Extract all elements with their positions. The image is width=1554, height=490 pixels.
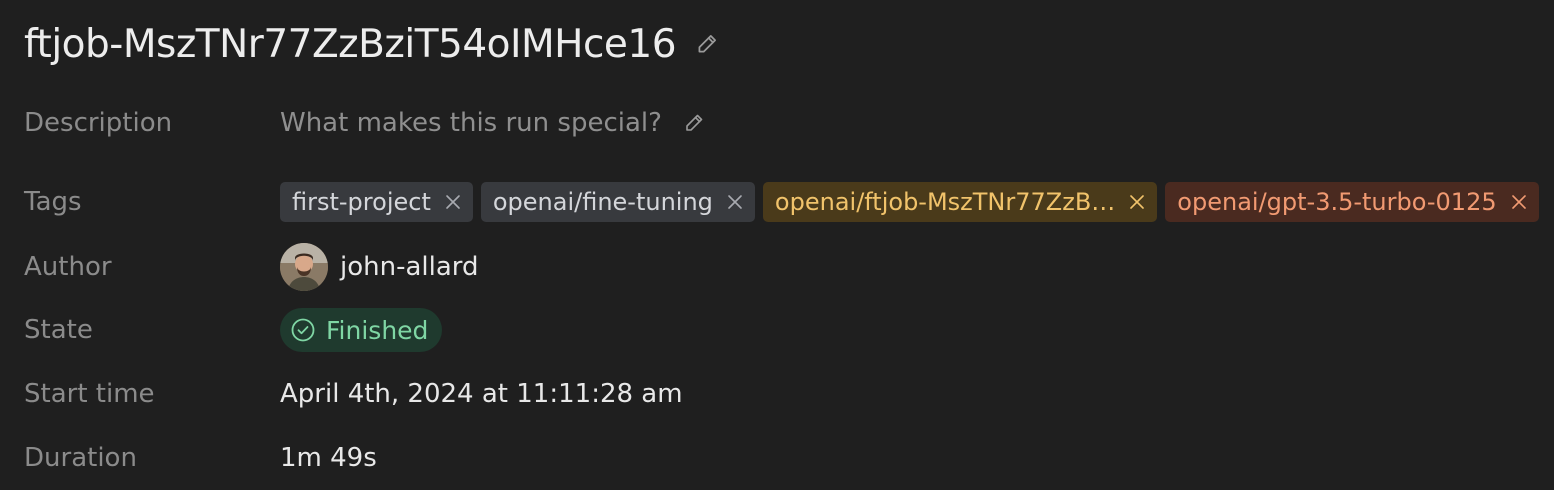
check-circle-icon (290, 317, 316, 343)
status-badge: Finished (280, 308, 443, 352)
status-text: Finished (326, 315, 429, 345)
tag-text: openai/fine-tuning (492, 188, 713, 216)
close-icon[interactable] (1509, 192, 1529, 212)
duration-row: Duration 1m 49s (24, 436, 377, 480)
description-row: Description What makes this run special? (24, 100, 706, 146)
tags-label: Tags (24, 187, 82, 217)
description-field[interactable]: What makes this run special? (280, 108, 706, 138)
duration-value: 1m 49s (280, 443, 377, 473)
start-time-value: April 4th, 2024 at 11:11:28 am (280, 379, 683, 409)
title-row: ftjob-MszTNr77ZzBziT54oIMHce16 (24, 16, 720, 72)
author-label: Author (24, 252, 112, 282)
pencil-icon[interactable] (694, 31, 720, 57)
tags-row: Tags first-project openai/fine-tuning op… (24, 182, 1539, 222)
close-icon[interactable] (1127, 192, 1147, 212)
description-placeholder[interactable]: What makes this run special? (280, 108, 662, 138)
tag[interactable]: first-project (280, 182, 473, 222)
close-icon[interactable] (725, 192, 745, 212)
tag-list: first-project openai/fine-tuning openai/… (280, 182, 1539, 222)
author-name[interactable]: john-allard (340, 252, 479, 282)
tag[interactable]: openai/gpt-3.5-turbo-0125 (1165, 182, 1539, 222)
tag-text: openai/gpt-3.5-turbo-0125 (1177, 188, 1497, 216)
close-icon[interactable] (443, 192, 463, 212)
run-title: ftjob-MszTNr77ZzBziT54oIMHce16 (24, 21, 677, 67)
tag[interactable]: openai/ftjob-MszTNr77ZzB… (762, 182, 1158, 222)
author-value: john-allard (280, 243, 479, 291)
start-time-row: Start time April 4th, 2024 at 11:11:28 a… (24, 372, 683, 416)
state-row: State Finished (24, 308, 443, 352)
pencil-icon[interactable] (682, 111, 706, 135)
duration-label: Duration (24, 443, 137, 473)
avatar[interactable] (280, 243, 328, 291)
state-label: State (24, 315, 93, 345)
author-row: Author john-allard (24, 243, 479, 291)
start-time-label: Start time (24, 379, 155, 409)
tag-text: first-project (292, 188, 431, 216)
description-label: Description (24, 108, 173, 138)
tag-text: openai/ftjob-MszTNr77ZzB… (774, 188, 1116, 216)
tag[interactable]: openai/fine-tuning (480, 182, 755, 222)
run-overview: ftjob-MszTNr77ZzBziT54oIMHce16 Descripti… (0, 0, 1554, 490)
